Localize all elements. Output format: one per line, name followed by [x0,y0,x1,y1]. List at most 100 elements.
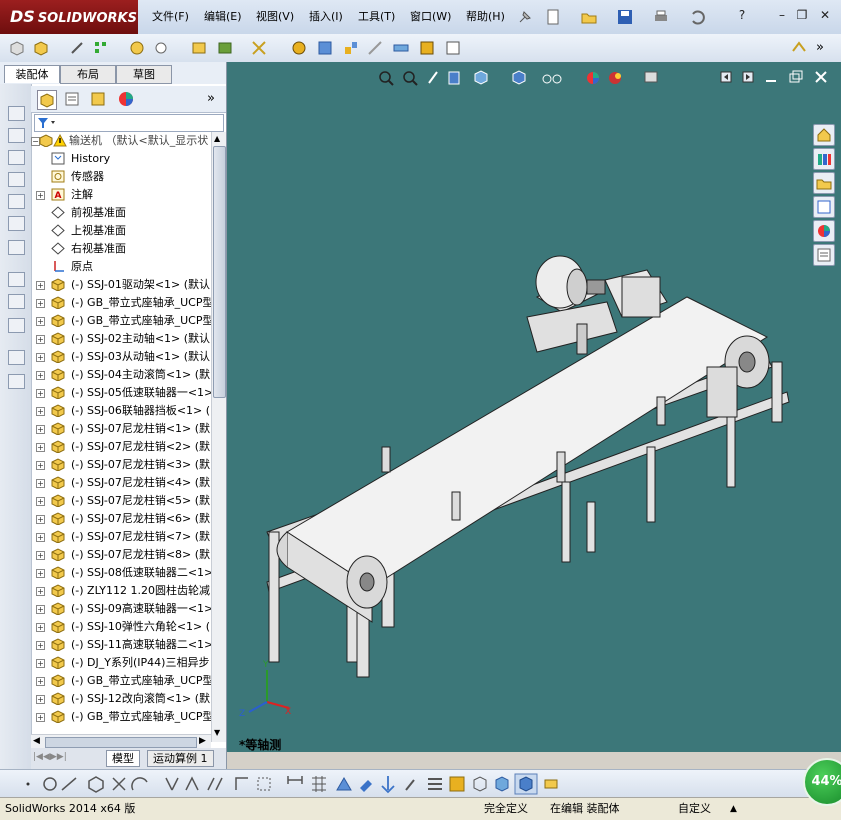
undo-icon[interactable] [688,8,706,26]
paperclip-icon[interactable] [405,779,415,791]
expand-toggle[interactable]: + [36,281,45,290]
expand-toggle[interactable]: + [36,191,45,200]
print-icon[interactable] [652,8,670,26]
3d-instant-icon[interactable] [790,39,808,57]
expand-toggle[interactable]: + [36,623,45,632]
close-button[interactable]: ✕ [817,8,833,22]
menu-view[interactable]: 视图(V) [256,9,294,25]
menu-tools[interactable]: 工具(T) [358,9,395,25]
stack-icon[interactable] [428,778,442,790]
move-component-icon[interactable] [152,39,170,57]
menu-help[interactable]: 帮助(H) [466,9,505,25]
scroll-up-icon[interactable]: ▲ [214,134,220,143]
scroll-right-icon[interactable]: ▶ [199,736,206,746]
anchor-icon[interactable] [381,776,395,794]
expand-toggle[interactable]: + [36,677,45,686]
tab-model[interactable]: 模型 [106,750,140,767]
menu-window[interactable]: 窗口(W) [410,9,451,25]
tab-assembly[interactable]: 装配体 [4,65,60,83]
conveyor-3d-model[interactable]: Y X Z [227,62,841,752]
rapid-sketch-icon[interactable] [257,777,271,791]
mirror-icon[interactable] [165,777,179,791]
solidworks-logo[interactable]: DS SOLIDWORKS [0,0,138,34]
expand-toggle[interactable]: + [36,407,45,416]
tree-horizontal-scrollbar[interactable]: ◀ ▶ [31,734,211,749]
display-manager-tab-icon[interactable] [117,90,135,108]
hscroll-thumb[interactable] [45,737,197,748]
expand-toggle[interactable]: + [36,515,45,524]
scroll-thumb[interactable] [213,146,226,398]
expand-toggle[interactable]: + [36,713,45,722]
strip-insert-component-icon[interactable] [8,106,25,121]
expand-toggle[interactable]: + [36,317,45,326]
expand-toggle[interactable]: + [36,479,45,488]
bill-of-materials-icon[interactable] [316,39,334,57]
restore-button[interactable]: ❐ [794,8,810,22]
render-icon[interactable] [544,779,558,789]
strip-move-icon[interactable] [8,194,25,209]
wire-cube-icon[interactable] [473,776,487,792]
centerline-icon[interactable] [61,777,77,791]
tab-motion-study[interactable]: 运动算例 1 [147,750,214,767]
tab-layout[interactable]: 布局 [60,65,116,84]
minimize-button[interactable]: – [774,8,790,22]
relation-icon[interactable] [207,777,223,791]
tree-filter[interactable] [34,114,224,132]
assembly-icon[interactable] [8,39,26,57]
tab-sketch[interactable]: 草图 [116,65,172,84]
exploded-view-icon[interactable] [342,39,360,57]
strip-fastener-icon[interactable] [8,172,25,187]
strip-feature-icon[interactable] [8,240,25,255]
explode-line-sketch-icon[interactable] [366,39,384,57]
active-cube-icon[interactable] [514,773,538,795]
scroll-left-icon[interactable]: ◀ [33,736,40,746]
fillet-icon[interactable] [235,777,248,790]
arc-icon[interactable] [131,777,148,791]
help-button[interactable]: ? [734,8,750,22]
trim-icon[interactable] [112,777,126,791]
expand-toggle[interactable]: + [36,497,45,506]
grid-icon[interactable] [312,776,326,792]
show-hidden-icon[interactable] [190,39,208,57]
strip-motion-icon[interactable] [8,318,25,333]
expand-toggle[interactable]: + [36,533,45,542]
status-units[interactable]: 自定义 [678,801,711,817]
new-motion-study-icon[interactable] [290,39,308,57]
menu-file[interactable]: 文件(F) [152,9,189,25]
strip-interference-icon[interactable] [8,374,25,389]
polygon-icon[interactable] [88,776,104,793]
strip-sketch-icon[interactable] [8,272,25,287]
circle-icon[interactable] [43,777,57,791]
point-icon[interactable] [26,782,30,786]
feature-tree-tab-icon[interactable] [37,90,57,110]
expand-toggle[interactable]: + [36,551,45,560]
colored-block-icon[interactable] [449,776,465,792]
pin-icon[interactable] [516,8,534,26]
expand-toggle[interactable]: + [36,425,45,434]
strip-hidden-icon[interactable] [8,216,25,231]
expand-toggle[interactable]: + [36,389,45,398]
new-document-icon[interactable] [544,8,562,26]
expand-toggle[interactable]: + [36,353,45,362]
expand-toggle[interactable]: + [36,695,45,704]
open-folder-icon[interactable] [580,8,598,26]
expand-toggle[interactable]: + [36,299,45,308]
expand-toggle[interactable]: + [36,641,45,650]
panel-expand-icon[interactable]: » [207,91,215,106]
menu-insert[interactable]: 插入(I) [309,9,343,25]
save-icon[interactable] [616,8,634,26]
strip-explode-icon[interactable] [8,350,25,365]
triangle-icon[interactable] [336,777,352,791]
offset-icon[interactable] [185,776,199,791]
graphics-viewport[interactable]: Y X Z *等轴测 [227,62,841,752]
strip-reference-icon[interactable] [8,294,25,309]
linear-pattern-icon[interactable] [92,39,110,57]
expand-toggle[interactable]: + [36,587,45,596]
reference-geometry-icon[interactable] [250,39,268,57]
units-dropdown-icon[interactable]: ▲ [730,801,737,817]
expand-toggle[interactable]: + [36,659,45,668]
expand-toggle[interactable]: + [36,461,45,470]
expand-toggle[interactable]: + [36,335,45,344]
clearance-verification-icon[interactable] [418,39,436,57]
configuration-manager-tab-icon[interactable] [89,90,107,108]
